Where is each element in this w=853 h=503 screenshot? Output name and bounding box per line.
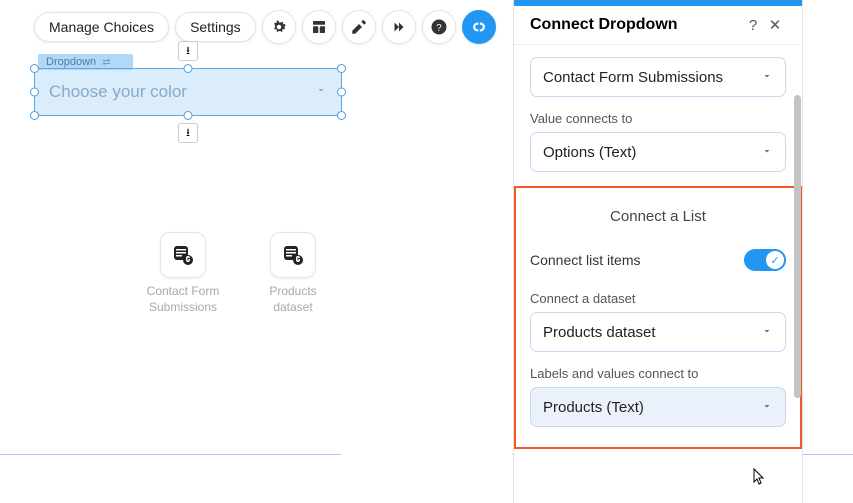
panel-body-top: Contact Form Submissions Value connects … <box>514 45 802 172</box>
resize-handle[interactable] <box>337 64 346 73</box>
resize-handle[interactable] <box>30 88 39 97</box>
panel-title: Connect Dropdown <box>530 16 742 34</box>
resize-handle[interactable] <box>337 88 346 97</box>
connect-list-items-label: Connect list items <box>530 252 744 268</box>
element-tag-label: Dropdown <box>46 56 96 68</box>
dataset-canvas-item[interactable]: Products dataset <box>248 232 338 315</box>
dataset-canvas-item[interactable]: Contact Form Submissions <box>138 232 228 315</box>
swap-icon: ⇄ <box>102 57 110 68</box>
resize-handle[interactable] <box>337 111 346 120</box>
connect-panel: Connect Dropdown ? ✕ Contact Form Submis… <box>513 0 803 503</box>
resize-handle[interactable] <box>30 64 39 73</box>
resize-handle[interactable] <box>30 111 39 120</box>
scrollbar[interactable] <box>794 95 801 398</box>
dataset-label: Products dataset <box>248 284 338 315</box>
connect-dataset-label: Connect a dataset <box>530 291 786 306</box>
dataset-icon <box>270 232 316 278</box>
labels-values-label: Labels and values connect to <box>530 366 786 381</box>
value-connects-select[interactable]: Options (Text) <box>530 132 786 172</box>
chevron-down-icon <box>761 144 773 161</box>
manage-choices-button[interactable]: Manage Choices <box>34 12 169 42</box>
value-connects-value: Options (Text) <box>543 144 636 161</box>
connect-dataset-value: Products dataset <box>543 324 656 341</box>
section-divider <box>0 454 341 455</box>
chevron-down-icon <box>761 69 773 86</box>
drag-handle-bottom[interactable]: ⭳ <box>178 123 198 143</box>
dataset-select-value: Contact Form Submissions <box>543 69 723 86</box>
element-toolbar: Manage Choices Settings ? <box>34 10 496 44</box>
drag-handle-top[interactable]: ⭳ <box>178 41 198 61</box>
gear-icon[interactable] <box>262 10 296 44</box>
design-icon[interactable] <box>342 10 376 44</box>
connect-list-items-row: Connect list items <box>530 249 786 271</box>
labels-values-value: Products (Text) <box>543 399 644 416</box>
dataset-select[interactable]: Contact Form Submissions <box>530 57 786 97</box>
chevron-down-icon <box>315 83 327 101</box>
connect-list-section: Connect a List Connect list items Connec… <box>514 186 802 449</box>
panel-header: Connect Dropdown ? ✕ <box>514 6 802 45</box>
connect-dataset-select[interactable]: Products dataset <box>530 312 786 352</box>
dropdown-element[interactable]: Choose your color ⭳ ⭳ <box>34 68 342 116</box>
settings-button[interactable]: Settings <box>175 12 256 42</box>
dataset-label: Contact Form Submissions <box>138 284 228 315</box>
cursor-pointer <box>750 467 768 493</box>
help-icon[interactable]: ? <box>422 10 456 44</box>
labels-values-select[interactable]: Products (Text) <box>530 387 786 427</box>
chevron-down-icon <box>761 324 773 341</box>
resize-handle[interactable] <box>184 111 193 120</box>
panel-scroll: Contact Form Submissions Value connects … <box>514 45 802 503</box>
resize-handle[interactable] <box>184 64 193 73</box>
svg-text:?: ? <box>436 23 442 34</box>
help-icon[interactable]: ? <box>742 17 764 34</box>
chevron-down-icon <box>761 399 773 416</box>
dropdown-placeholder: Choose your color <box>49 82 315 102</box>
connect-list-items-toggle[interactable] <box>744 249 786 271</box>
connect-data-icon[interactable] <box>462 10 496 44</box>
layout-icon[interactable] <box>302 10 336 44</box>
section-title: Connect a List <box>530 188 786 239</box>
animate-icon[interactable] <box>382 10 416 44</box>
close-icon[interactable]: ✕ <box>764 16 786 34</box>
dataset-icon <box>160 232 206 278</box>
value-connects-label: Value connects to <box>530 111 786 126</box>
